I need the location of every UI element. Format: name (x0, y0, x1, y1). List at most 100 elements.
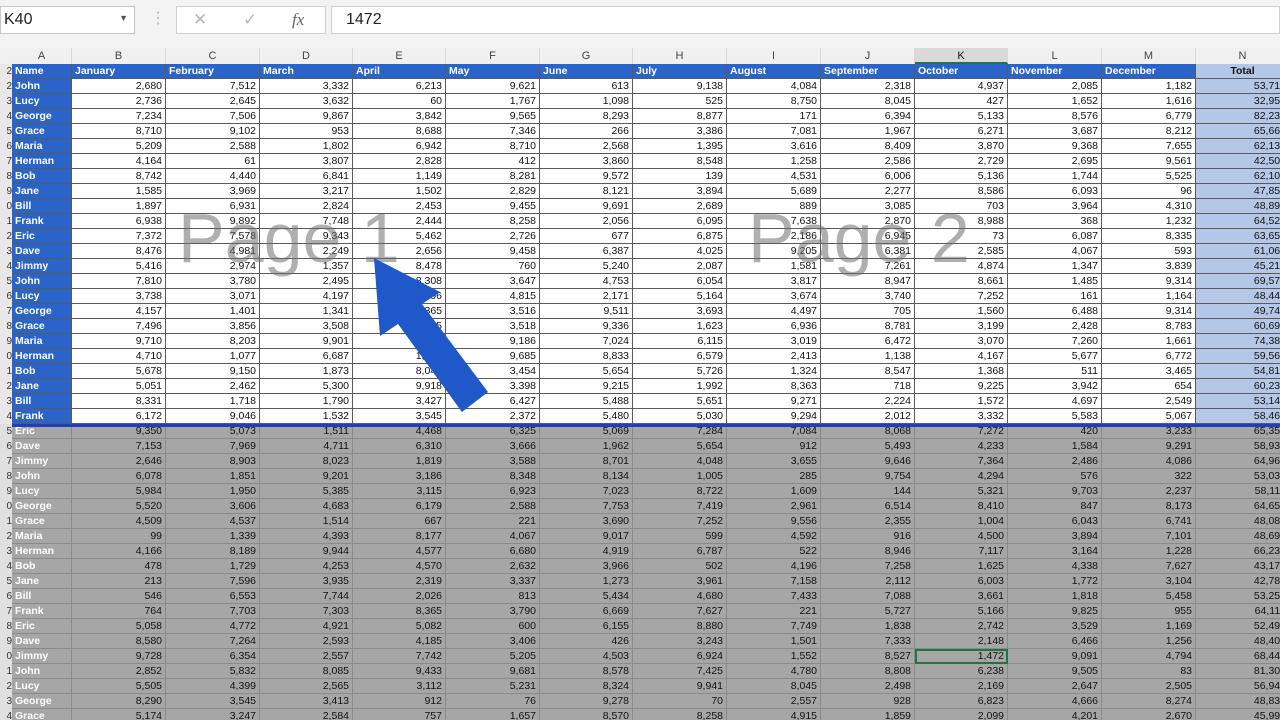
value-cell[interactable]: 2,099 (915, 709, 1008, 720)
value-cell[interactable]: 654 (1102, 379, 1196, 394)
value-cell[interactable]: 6,381 (821, 244, 915, 259)
value-cell[interactable]: 9,572 (540, 169, 633, 184)
column-header-l[interactable]: L (1008, 48, 1102, 64)
name-cell[interactable]: Lucy (12, 289, 72, 304)
value-cell[interactable]: 4,393 (260, 529, 353, 544)
value-cell[interactable]: 8,258 (633, 709, 727, 720)
total-cell[interactable]: 42,783 (1196, 574, 1280, 589)
value-cell[interactable]: 9,867 (260, 109, 353, 124)
value-cell[interactable]: 847 (1008, 499, 1102, 514)
total-cell[interactable]: 48,891 (1196, 199, 1280, 214)
value-cell[interactable]: 5,726 (633, 364, 727, 379)
value-cell[interactable]: 7,261 (821, 259, 915, 274)
value-cell[interactable]: 9,505 (1008, 664, 1102, 679)
value-cell[interactable]: 9,336 (540, 319, 633, 334)
value-cell[interactable]: 6,172 (72, 409, 166, 424)
value-cell[interactable]: 2,568 (540, 139, 633, 154)
value-cell[interactable]: 1,767 (446, 94, 540, 109)
value-cell[interactable]: 9,901 (260, 334, 353, 349)
value-cell[interactable]: 8,274 (1102, 694, 1196, 709)
value-cell[interactable]: 8,258 (446, 214, 540, 229)
total-cell[interactable]: 49,748 (1196, 304, 1280, 319)
value-cell[interactable]: 576 (1008, 469, 1102, 484)
value-cell[interactable]: 6,213 (353, 79, 446, 94)
value-cell[interactable]: 4,164 (72, 154, 166, 169)
value-cell[interactable]: 1,368 (915, 364, 1008, 379)
value-cell[interactable]: 3,693 (633, 304, 727, 319)
value-cell[interactable]: 1,992 (633, 379, 727, 394)
value-cell[interactable]: 4,166 (72, 544, 166, 559)
value-cell[interactable]: 5,458 (1102, 589, 1196, 604)
row-number[interactable]: 6 (0, 439, 12, 454)
row-number[interactable]: 2 (0, 679, 12, 694)
value-cell[interactable]: 8,045 (727, 679, 821, 694)
row-number[interactable]: 7 (0, 154, 12, 169)
total-cell[interactable]: 58,938 (1196, 439, 1280, 454)
value-cell[interactable]: 2,557 (727, 694, 821, 709)
value-cell[interactable]: 4,921 (260, 619, 353, 634)
row-number[interactable]: 1 (0, 214, 12, 229)
value-cell[interactable]: 1,818 (1008, 589, 1102, 604)
value-cell[interactable]: 1,802 (260, 139, 353, 154)
row-number[interactable]: 6 (0, 289, 12, 304)
value-cell[interactable]: 889 (727, 199, 821, 214)
month-column-header[interactable]: February (166, 64, 260, 79)
value-cell[interactable]: 7,506 (166, 109, 260, 124)
total-cell[interactable]: 59,561 (1196, 349, 1280, 364)
total-cell[interactable]: 66,239 (1196, 544, 1280, 559)
value-cell[interactable]: 6,179 (353, 499, 446, 514)
month-column-header[interactable]: July (633, 64, 727, 79)
value-cell[interactable]: 813 (446, 589, 540, 604)
value-cell[interactable]: 8,701 (540, 454, 633, 469)
value-cell[interactable]: 2,169 (915, 679, 1008, 694)
value-cell[interactable]: 4,592 (727, 529, 821, 544)
value-cell[interactable]: 1,532 (260, 409, 353, 424)
month-column-header[interactable]: April (353, 64, 446, 79)
total-cell[interactable]: 82,237 (1196, 109, 1280, 124)
value-cell[interactable]: 5,174 (72, 709, 166, 720)
name-cell[interactable]: Lucy (12, 679, 72, 694)
value-cell[interactable]: 1,652 (1008, 94, 1102, 109)
value-cell[interactable]: 3,529 (1008, 619, 1102, 634)
value-cell[interactable]: 6,093 (1008, 184, 1102, 199)
value-cell[interactable]: 1,357 (260, 259, 353, 274)
value-cell[interactable]: 2,870 (821, 214, 915, 229)
value-cell[interactable]: 2,557 (260, 649, 353, 664)
value-cell[interactable]: 4,577 (353, 544, 446, 559)
value-cell[interactable]: 3,780 (166, 274, 260, 289)
value-cell[interactable]: 3,790 (446, 604, 540, 619)
value-cell[interactable]: 953 (260, 124, 353, 139)
value-cell[interactable]: 4,794 (1102, 649, 1196, 664)
value-cell[interactable]: 7,744 (260, 589, 353, 604)
total-cell[interactable]: 62,106 (1196, 169, 1280, 184)
value-cell[interactable]: 1,859 (821, 709, 915, 720)
total-cell[interactable]: 47,858 (1196, 184, 1280, 199)
value-cell[interactable]: 2,742 (915, 619, 1008, 634)
row-number[interactable]: 5 (0, 124, 12, 139)
value-cell[interactable]: 3,217 (260, 184, 353, 199)
value-cell[interactable]: 9,046 (166, 409, 260, 424)
value-cell[interactable]: 6,354 (166, 649, 260, 664)
value-cell[interactable]: 7,655 (1102, 139, 1196, 154)
value-cell[interactable]: 718 (821, 379, 915, 394)
value-cell[interactable]: 3,616 (727, 139, 821, 154)
value-cell[interactable]: 1,851 (166, 469, 260, 484)
value-cell[interactable]: 3,632 (260, 94, 353, 109)
value-cell[interactable]: 6,155 (540, 619, 633, 634)
value-cell[interactable]: 60 (353, 94, 446, 109)
row-number[interactable]: 4 (0, 709, 12, 720)
value-cell[interactable]: 3,186 (353, 469, 446, 484)
total-cell[interactable]: 53,145 (1196, 394, 1280, 409)
value-cell[interactable]: 1,772 (1008, 574, 1102, 589)
value-cell[interactable]: 5,231 (446, 679, 540, 694)
value-cell[interactable]: 1,077 (166, 349, 260, 364)
value-cell[interactable]: 9,511 (540, 304, 633, 319)
value-cell[interactable]: 2,974 (166, 259, 260, 274)
value-cell[interactable]: 4,874 (915, 259, 1008, 274)
total-cell[interactable]: 58,116 (1196, 484, 1280, 499)
name-cell[interactable]: Bob (12, 169, 72, 184)
value-cell[interactable]: 5,240 (540, 259, 633, 274)
row-number[interactable]: 8 (0, 469, 12, 484)
name-cell[interactable]: John (12, 664, 72, 679)
value-cell[interactable]: 916 (821, 529, 915, 544)
